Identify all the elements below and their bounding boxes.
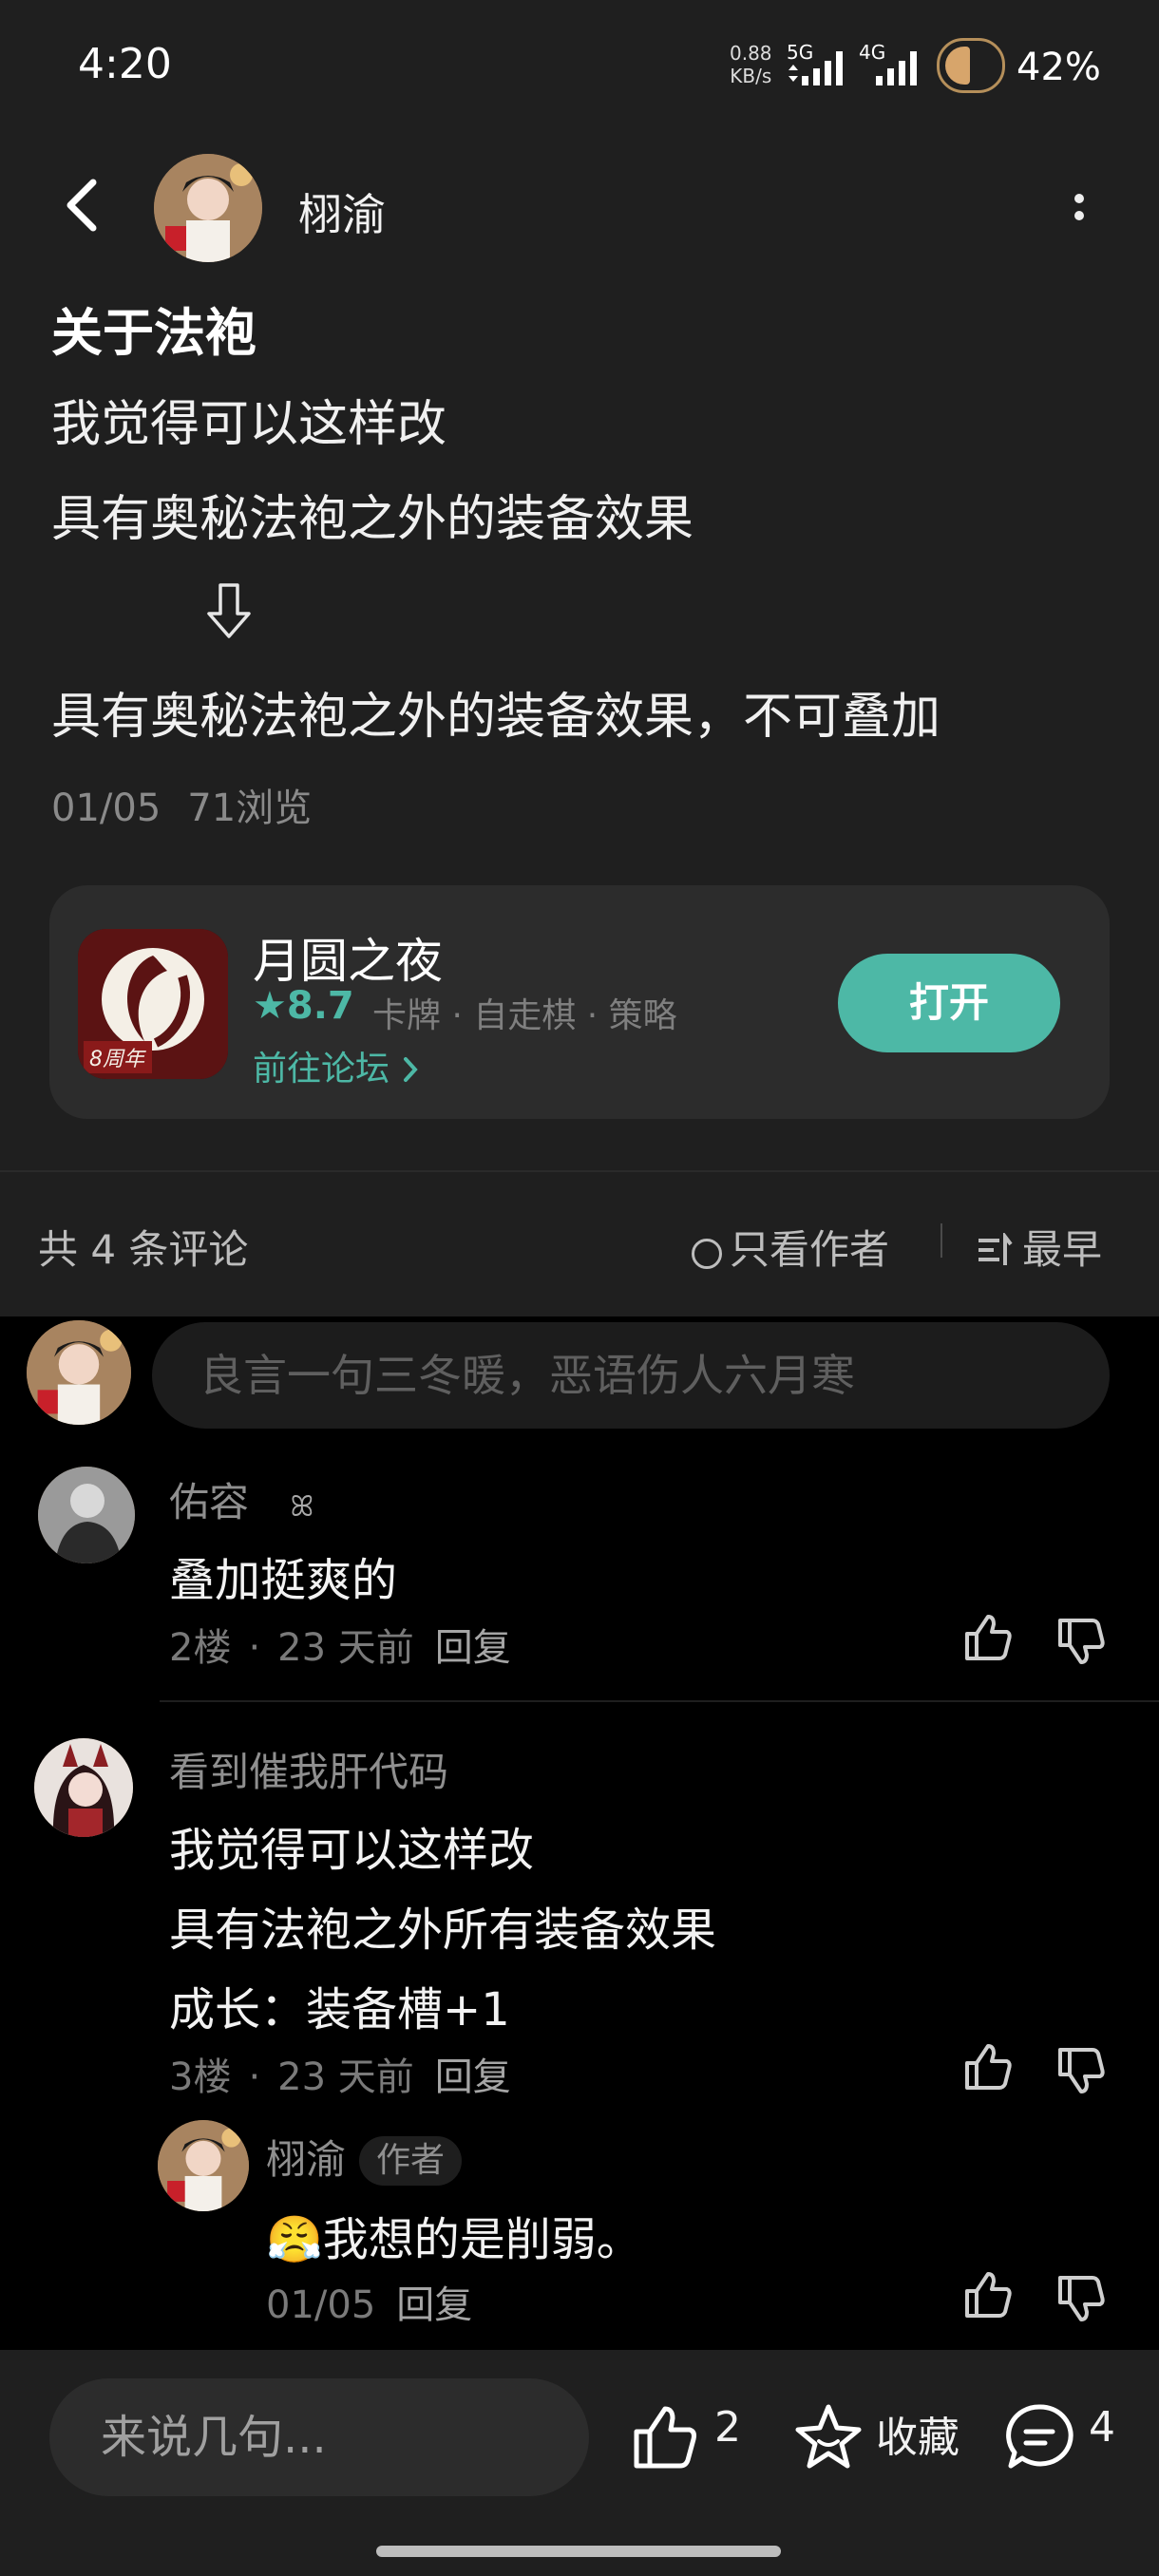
reply-author[interactable]: 栩渝 作者 (266, 2128, 463, 2186)
author-avatar[interactable] (158, 2120, 249, 2211)
comment-count: 共 4 条评论 (38, 1226, 249, 1273)
author-tag: 作者 (359, 2136, 463, 2186)
sort-toggle[interactable]: 最早 (977, 1218, 1102, 1276)
clock: 4:20 (78, 40, 172, 88)
net-speed: 0.88 KB/s (730, 42, 772, 87)
my-avatar (27, 1320, 131, 1425)
comment-text: 具有法袍之外所有装备效果 (169, 1904, 717, 1957)
avatar-image (158, 2120, 249, 2211)
game-name: 月圆之夜 (253, 934, 443, 989)
avatar-image (34, 1738, 133, 1837)
post-views: 71浏览 (187, 786, 313, 830)
more-options-icon[interactable] (1060, 186, 1098, 234)
like-count[interactable]: 2 (714, 2403, 741, 2452)
battery-icon (937, 38, 1005, 93)
app-screen: 4:20 0.88 KB/s 5G 4G 42% 栩渝 关于法袍 我觉得可以这样… (0, 0, 1159, 2576)
reply-meta: 01/05 回复 (266, 2283, 473, 2327)
post-line: 我觉得可以这样改 (51, 396, 447, 453)
star-icon: ★ (253, 984, 287, 1028)
author-only-toggle[interactable]: 只看作者 (692, 1218, 889, 1276)
signal-5g-icon: 5G (787, 42, 843, 85)
like-icon[interactable] (961, 2040, 1015, 2093)
comment-meta: 2楼 · 23 天前 回复 (169, 1626, 511, 1670)
svg-text:8周年: 8周年 (89, 1048, 146, 1071)
comment-icon[interactable] (1003, 2401, 1075, 2473)
avatar-image (27, 1320, 131, 1425)
divider (160, 1700, 1159, 1702)
post-title: 关于法袍 (51, 303, 256, 363)
favorite-button[interactable]: 收藏 (876, 2403, 960, 2464)
avatar-image (38, 1467, 135, 1563)
post-line: 具有奥秘法袍之外的装备效果 (51, 491, 694, 548)
commenter-avatar[interactable] (34, 1738, 133, 1837)
signal-4g-icon: 4G (859, 42, 917, 85)
post-line: 具有奥秘法袍之外的装备效果，不可叠加 (51, 689, 941, 746)
svg-text:4G: 4G (859, 42, 885, 64)
chevron-right-icon (404, 1057, 419, 1082)
radio-icon (692, 1239, 722, 1269)
reply-text: 😤我想的是削弱。 (266, 2213, 642, 2266)
reply-button[interactable]: 回复 (435, 2055, 511, 2099)
reply-button[interactable]: 回复 (396, 2283, 472, 2327)
comment-count-button[interactable]: 4 (1089, 2403, 1115, 2452)
status-bar: 4:20 0.88 KB/s 5G 4G 42% (0, 0, 1159, 133)
comment-meta: 3楼 · 23 天前 回复 (169, 2055, 511, 2099)
comment-text: 我觉得可以这样改 (169, 1824, 535, 1877)
like-icon[interactable] (961, 2268, 1015, 2321)
post-date: 01/05 (51, 786, 162, 830)
home-indicator[interactable] (376, 2546, 781, 2557)
comment-text: 叠加挺爽的 (169, 1554, 398, 1607)
avatar-image (154, 154, 262, 262)
star-icon[interactable] (792, 2401, 864, 2473)
comment-text: 成长：装备槽+1 (169, 1983, 510, 2036)
dislike-icon[interactable] (1054, 2044, 1108, 2097)
reply-button[interactable]: 回复 (435, 1626, 511, 1670)
battery-percent: 42% (1016, 46, 1101, 89)
game-logo-icon: 8周年 (78, 929, 228, 1079)
back-icon[interactable] (59, 177, 106, 234)
game-card[interactable]: 8周年 月圆之夜 ★8.7 卡牌 · 自走棋 · 策略 前往论坛 打开 (49, 885, 1110, 1119)
commenter-avatar[interactable] (38, 1467, 135, 1563)
divider (940, 1223, 942, 1258)
forum-link[interactable]: 前往论坛 (253, 1041, 421, 1090)
game-icon: 8周年 (78, 929, 228, 1079)
game-tags: 卡牌 · 自走棋 · 策略 (372, 996, 677, 1035)
svg-text:5G: 5G (787, 42, 813, 64)
post-area: 4:20 0.88 KB/s 5G 4G 42% 栩渝 关于法袍 我觉得可以这样… (0, 0, 1159, 1316)
dislike-icon[interactable] (1054, 1615, 1108, 1668)
dislike-icon[interactable] (1054, 2272, 1108, 2325)
open-game-button[interactable]: 打开 (838, 954, 1060, 1052)
author-name[interactable]: 栩渝 (298, 180, 386, 243)
angry-emoji-icon: 😤 (266, 2213, 323, 2266)
post-meta: 01/05 71浏览 (51, 777, 312, 832)
say-input[interactable]: 来说几句... (49, 2378, 589, 2496)
down-arrow-icon (207, 583, 251, 638)
like-icon[interactable] (629, 2401, 701, 2473)
commenter-name[interactable]: 看到催我肝代码 (169, 1740, 448, 1798)
like-icon[interactable] (961, 1611, 1015, 1664)
author-avatar[interactable] (154, 154, 262, 262)
sort-icon (978, 1231, 1013, 1265)
divider (0, 1170, 1159, 1172)
commenter-name[interactable]: 佑容 ꕤ (169, 1470, 314, 1528)
level-badge-icon: ꕤ (290, 1490, 314, 1524)
game-rating: ★8.7 (253, 984, 354, 1028)
comment-input[interactable]: 良言一句三冬暖，恶语伤人六月寒 (152, 1322, 1110, 1429)
bottom-bar: 来说几句... 2 收藏 4 (0, 2350, 1159, 2576)
